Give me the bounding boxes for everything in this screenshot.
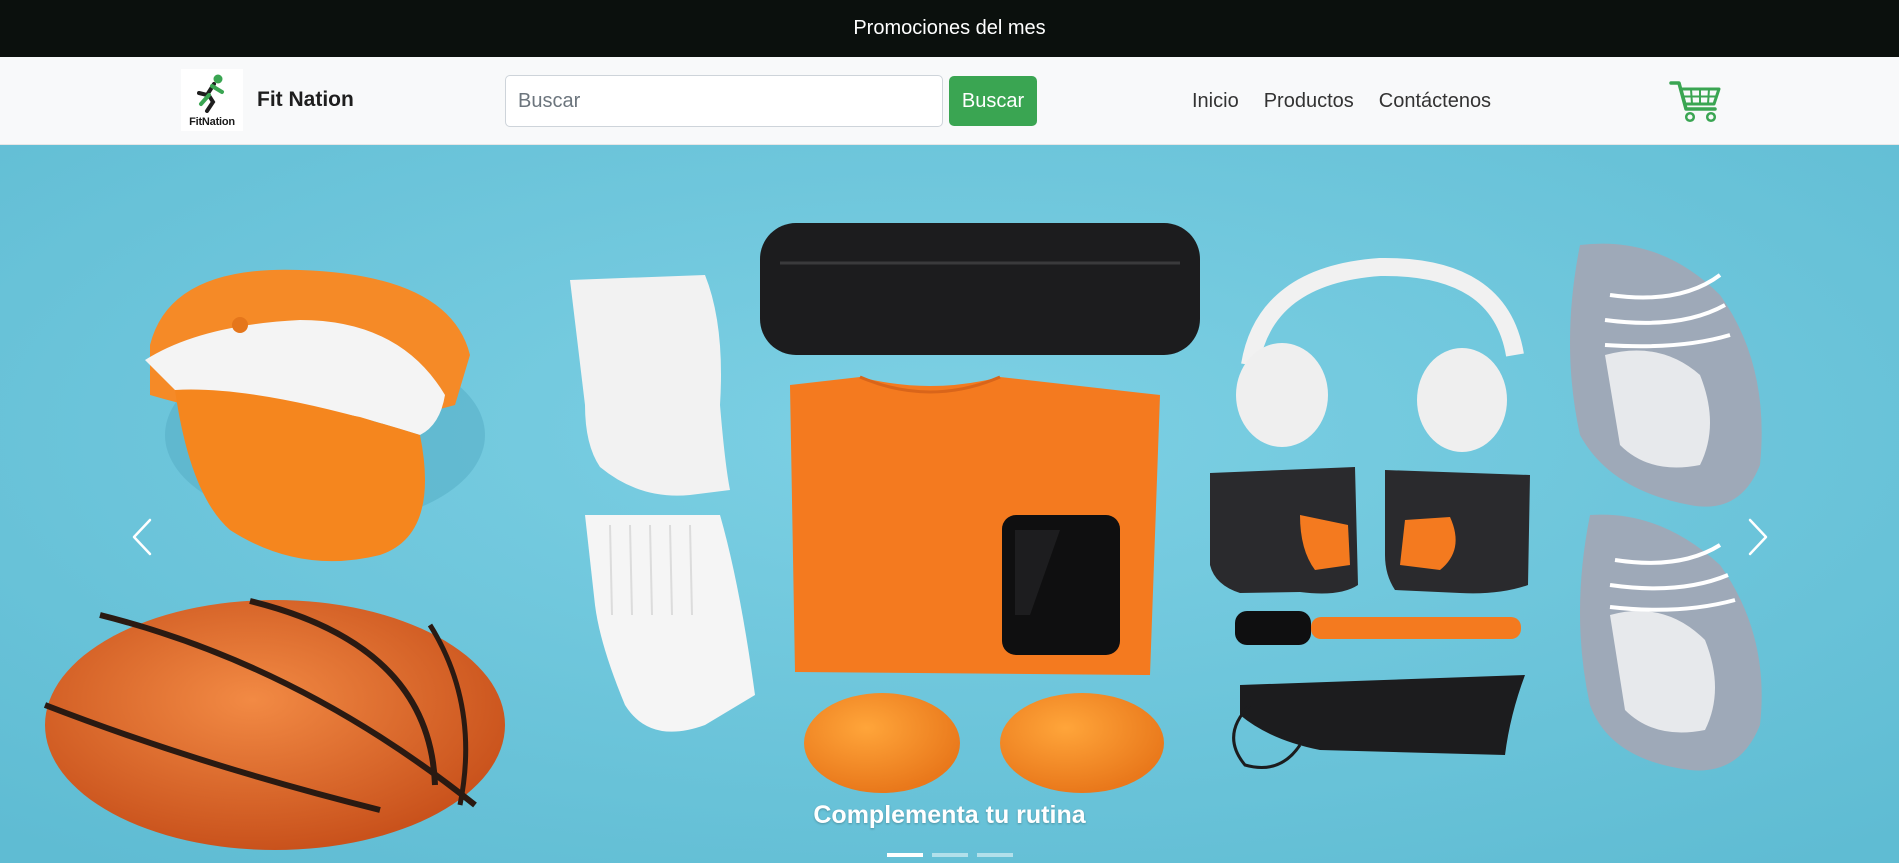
brand[interactable]: FitNation Fit Nation xyxy=(181,69,354,131)
brand-logo-text: FitNation xyxy=(189,116,235,128)
brand-name: Fit Nation xyxy=(257,88,354,111)
search-button[interactable]: Buscar xyxy=(949,76,1037,126)
hero-carousel: Complementa tu rutina xyxy=(0,145,1899,863)
carousel-indicators xyxy=(887,853,1022,857)
carousel-indicator-2[interactable] xyxy=(932,853,968,857)
carousel-indicator-1[interactable] xyxy=(887,853,923,857)
chevron-left-icon xyxy=(132,518,152,556)
carousel-caption: Complementa tu rutina xyxy=(813,801,1086,829)
phone-image xyxy=(1002,515,1120,655)
brand-logo: FitNation xyxy=(181,69,243,131)
carousel-next-button[interactable] xyxy=(1728,497,1788,577)
shopping-cart-icon xyxy=(1669,81,1721,123)
nav-links: Inicio Productos Contáctenos xyxy=(1192,57,1516,145)
chevron-right-icon xyxy=(1748,518,1768,556)
runner-icon xyxy=(197,74,224,113)
hero-image xyxy=(0,145,1899,863)
carousel-prev-button[interactable] xyxy=(112,497,172,577)
nav-link-contactenos[interactable]: Contáctenos xyxy=(1379,90,1491,113)
nav-link-inicio[interactable]: Inicio xyxy=(1192,90,1239,113)
cart-button[interactable] xyxy=(1669,79,1721,123)
nav-link-productos[interactable]: Productos xyxy=(1264,90,1354,113)
bag-image xyxy=(760,223,1200,355)
carousel-indicator-3[interactable] xyxy=(977,853,1013,857)
promo-bar: Promociones del mes xyxy=(0,0,1899,57)
search-input[interactable] xyxy=(505,75,943,127)
promo-text: Promociones del mes xyxy=(853,17,1046,39)
navbar: FitNation Fit Nation Buscar Inicio Produ… xyxy=(0,57,1899,145)
